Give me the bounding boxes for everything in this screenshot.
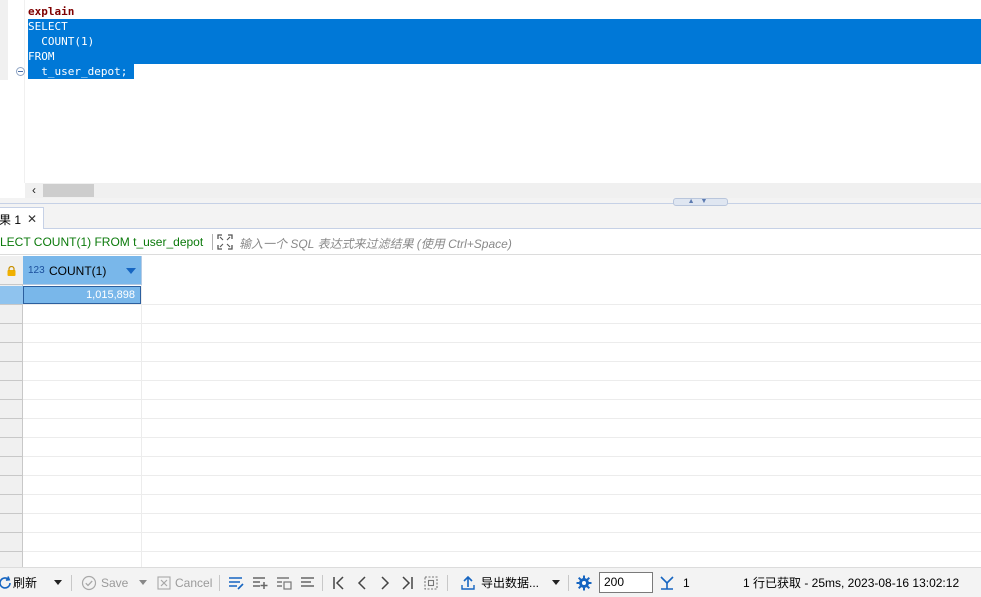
copy-row-icon[interactable]: [275, 574, 293, 592]
row-number-divider: [0, 304, 23, 305]
scroll-left-icon[interactable]: ‹: [27, 183, 41, 198]
fetch-count-icon[interactable]: [658, 574, 676, 592]
add-row-icon[interactable]: [251, 574, 269, 592]
panel-splitter[interactable]: ▲▼: [0, 198, 981, 207]
row-number-divider: [0, 494, 23, 495]
panel-toggle-icon[interactable]: [422, 574, 440, 592]
column-header-count[interactable]: 123 COUNT(1): [23, 256, 142, 285]
row-number-divider: [0, 532, 23, 533]
numeric-type-icon: 123: [28, 265, 45, 276]
refresh-icon[interactable]: [0, 574, 14, 592]
row-number-divider: [0, 361, 23, 362]
row-divider: [0, 304, 981, 305]
filter-separator: [212, 234, 213, 250]
table-cell[interactable]: 1,015,898: [23, 286, 141, 304]
row-divider: [0, 494, 981, 495]
delete-row-icon[interactable]: [299, 574, 317, 592]
editor-horizontal-scrollbar[interactable]: ‹: [25, 183, 981, 198]
editor-line-1[interactable]: explain: [28, 4, 74, 19]
fetched-row-count: 1: [683, 576, 690, 590]
fold-collapse-icon[interactable]: [16, 67, 25, 76]
row-divider: [0, 361, 981, 362]
results-toolbar: 刷新 Save Cancel 导出数据... 200 1 1 行已获取 - 25…: [0, 567, 981, 597]
previous-page-icon[interactable]: [353, 574, 371, 592]
cancel-button[interactable]: Cancel: [175, 575, 212, 591]
lock-icon: [7, 266, 16, 276]
row-divider: [0, 456, 981, 457]
status-text: 1 行已获取 - 25ms, 2023-08-16 13:02:12: [743, 576, 960, 590]
column-header-label: COUNT(1): [49, 264, 107, 278]
save-dropdown-icon[interactable]: [139, 580, 147, 585]
refresh-button[interactable]: 刷新: [13, 575, 37, 591]
editor-ruler: [8, 0, 25, 183]
toolbar-separator: [219, 575, 220, 591]
row-number-divider: [0, 551, 23, 552]
row-divider: [0, 323, 981, 324]
row-number-divider: [0, 380, 23, 381]
editor-line-2[interactable]: SELECT: [28, 19, 68, 34]
tab-results-label: 果 1: [0, 212, 22, 227]
row-divider: [0, 418, 981, 419]
row-number-divider: [0, 456, 23, 457]
row-number-1[interactable]: [0, 286, 23, 304]
row-number-header[interactable]: [0, 256, 23, 285]
row-divider: [0, 513, 981, 514]
close-icon[interactable]: ✕: [27, 213, 37, 225]
check-icon: [81, 575, 97, 591]
tab-results-1[interactable]: 果 1 ✕: [0, 207, 44, 230]
splitter-line: [0, 203, 981, 204]
gear-icon[interactable]: [575, 574, 593, 592]
row-divider: [0, 342, 981, 343]
export-icon[interactable]: [459, 574, 477, 592]
filter-bar: LECT COUNT(1) FROM t_user_depot 输入一个 SQL…: [0, 229, 981, 255]
results-tab-bar: 果 1 ✕: [0, 207, 981, 230]
sort-arrow-icon[interactable]: [126, 268, 136, 274]
row-divider: [0, 551, 981, 552]
editor-line-5[interactable]: t_user_depot;: [28, 64, 127, 79]
row-divider: [0, 399, 981, 400]
toolbar-separator: [568, 575, 569, 591]
editor-line-4[interactable]: FROM: [28, 49, 55, 64]
export-dropdown-icon[interactable]: [552, 580, 560, 585]
row-number-divider: [0, 437, 23, 438]
splitter-handle[interactable]: ▲▼: [673, 198, 728, 206]
row-divider: [0, 437, 981, 438]
active-query-text[interactable]: LECT COUNT(1) FROM t_user_depot: [0, 235, 203, 249]
row-number-divider: [0, 418, 23, 419]
last-page-icon[interactable]: [398, 574, 416, 592]
scrollbar-thumb[interactable]: [43, 184, 94, 197]
sql-editor[interactable]: explain SELECT COUNT(1) FROM t_user_depo…: [0, 0, 981, 183]
row-number-divider: [0, 323, 23, 324]
toolbar-separator: [447, 575, 448, 591]
toolbar-separator: [322, 575, 323, 591]
row-number-divider: [0, 513, 23, 514]
editor-line-3[interactable]: COUNT(1): [28, 34, 94, 49]
row-divider: [0, 532, 981, 533]
row-number-divider: [0, 342, 23, 343]
row-number-divider: [0, 475, 23, 476]
expand-filter-icon[interactable]: [217, 234, 233, 250]
row-divider: [0, 475, 981, 476]
save-button[interactable]: Save: [101, 575, 128, 591]
cancel-icon: [157, 576, 171, 590]
filter-input[interactable]: 输入一个 SQL 表达式来过滤结果 (使用 Ctrl+Space): [239, 235, 512, 252]
column-divider: [141, 285, 142, 567]
refresh-dropdown-icon[interactable]: [54, 580, 62, 585]
toolbar-separator: [71, 575, 72, 591]
editor-selection: [28, 19, 981, 64]
edit-row-icon[interactable]: [227, 574, 245, 592]
results-grid[interactable]: 123 COUNT(1) 1,015,898: [0, 256, 981, 567]
export-data-button[interactable]: 导出数据...: [481, 575, 539, 591]
row-number-divider: [0, 399, 23, 400]
editor-gutter: [0, 0, 8, 80]
next-page-icon[interactable]: [376, 574, 394, 592]
row-divider: [0, 380, 981, 381]
first-page-icon[interactable]: [330, 574, 348, 592]
fetch-size-input[interactable]: 200: [599, 572, 653, 593]
